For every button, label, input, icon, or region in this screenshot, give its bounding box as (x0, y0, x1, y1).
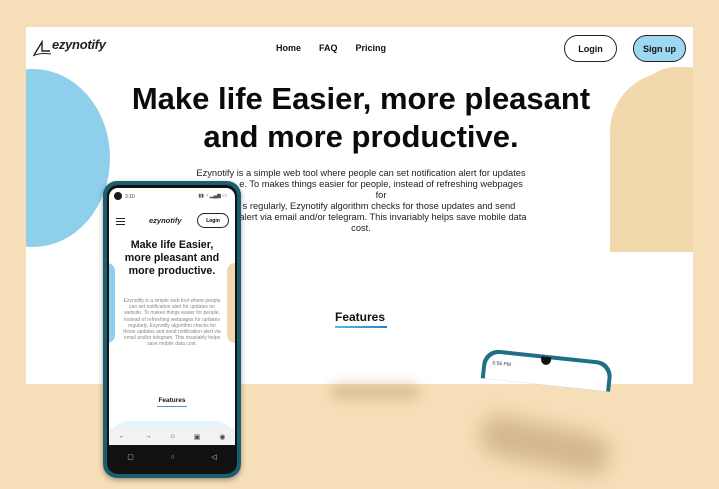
nav-home[interactable]: Home (276, 43, 301, 53)
mobile-login-button[interactable]: Login (197, 213, 229, 228)
nav-pricing[interactable]: Pricing (356, 43, 387, 53)
phone-mockup: 3:10 ▮▮ ◔ ▂▄▆ ▭ ezynotify Login Make lif… (103, 181, 241, 478)
mobile-logo[interactable]: ezynotify (149, 216, 182, 225)
mobile-blue-shape (109, 263, 115, 343)
status-time: 3:10 (125, 194, 135, 200)
home-icon[interactable]: ⌂ (171, 433, 175, 440)
hero-title: Make life Easier, more pleasant and more… (131, 81, 591, 154)
status-icons: ▮▮ ◔ ▂▄▆ ▭ (198, 193, 227, 199)
shadow-blur (477, 411, 613, 479)
hamburger-menu-icon[interactable] (116, 218, 125, 227)
mobile-hero-description: Ezynotify is a simple web tool where peo… (123, 298, 221, 348)
decorative-blue-circle (26, 69, 110, 247)
home-button-icon[interactable]: ○ (170, 454, 174, 461)
shadow-blur (330, 384, 420, 400)
mobile-features-heading: Features (158, 397, 186, 404)
hero-description: Ezynotify is a simple web tool where peo… (194, 168, 528, 234)
account-icon[interactable]: ◉ (219, 433, 225, 441)
logo-arrow-icon (32, 39, 52, 57)
hero-desc-line: s regularly, Ezynotify algorithm checks … (242, 201, 516, 211)
browser-toolbar: ← → ⌂ ▣ ◉ (109, 428, 235, 445)
android-nav-bar: ▢ ○ ◁ (109, 447, 235, 467)
signup-button[interactable]: Sign up (633, 35, 686, 62)
phone-screen: 3:10 ▮▮ ◔ ▂▄▆ ▭ ezynotify Login Make lif… (109, 188, 235, 438)
forward-icon[interactable]: → (145, 433, 152, 440)
phone-bezel: 3:10 ▮▮ ◔ ▂▄▆ ▭ ezynotify Login Make lif… (107, 185, 237, 474)
features-underline (335, 326, 387, 328)
main-nav: Home FAQ Pricing (276, 43, 386, 53)
hero-desc-line: Ezynotify is a simple web tool where peo… (196, 168, 526, 178)
logo-text: ezynotify (52, 37, 106, 52)
recent-apps-icon[interactable]: ▢ (127, 453, 134, 461)
camera-icon (114, 192, 122, 200)
back-icon[interactable]: ← (119, 433, 126, 440)
tabs-icon[interactable]: ▣ (194, 433, 201, 441)
features-heading: Features (334, 310, 386, 324)
mobile-features-underline (157, 406, 187, 407)
login-button[interactable]: Login (564, 35, 617, 62)
hero-desc-line: alert via email and/or telegram. This in… (239, 212, 527, 222)
hero-desc-line: cost. (351, 223, 371, 233)
mobile-peach-shape (227, 263, 235, 343)
back-button-icon[interactable]: ◁ (211, 453, 216, 461)
decorative-peach-shape (610, 72, 693, 252)
nav-faq[interactable]: FAQ (319, 43, 338, 53)
mobile-hero-title: Make life Easier, more pleasant and more… (124, 239, 220, 277)
hero-desc-line: e. To makes things easier for people, in… (239, 179, 523, 200)
